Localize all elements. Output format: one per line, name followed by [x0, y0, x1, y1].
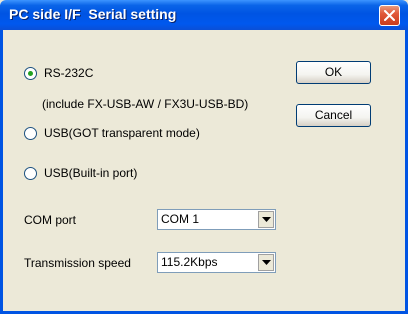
radio-usb-builtin[interactable]: USB(Built-in port): [24, 165, 137, 181]
transmission-speed-dropdown-button[interactable]: [258, 254, 274, 271]
radio-label-usb-got: USB(GOT transparent mode): [44, 126, 200, 140]
radio-usb-got-transparent[interactable]: USB(GOT transparent mode): [24, 125, 200, 141]
window-title: PC side I/F Serial setting: [9, 6, 177, 22]
radio-button-usb-got[interactable]: [24, 126, 37, 140]
radio-rs232c[interactable]: RS-232C: [24, 65, 93, 81]
transmission-speed-select[interactable]: 115.2Kbps: [157, 252, 276, 273]
transmission-speed-value: 115.2Kbps: [161, 255, 218, 269]
radio-button-rs232c[interactable]: [24, 66, 37, 80]
dialog-window: PC side I/F Serial setting RS-232C (incl…: [0, 0, 408, 314]
close-icon: [384, 10, 395, 21]
window-frame-left: [0, 30, 3, 314]
transmission-speed-label: Transmission speed: [24, 256, 131, 270]
chevron-down-icon: [262, 260, 271, 265]
cancel-button[interactable]: Cancel: [296, 104, 371, 127]
com-port-select[interactable]: COM 1: [157, 209, 276, 230]
radio-label-usb-builtin: USB(Built-in port): [44, 166, 138, 180]
com-port-value: COM 1: [161, 212, 200, 226]
ok-button[interactable]: OK: [296, 61, 371, 84]
radio-selected-dot: [28, 70, 33, 76]
com-port-dropdown-button[interactable]: [258, 211, 274, 228]
radio-button-usb-builtin[interactable]: [24, 166, 37, 180]
radio-label-rs232c: RS-232C: [44, 66, 94, 80]
chevron-down-icon: [262, 217, 271, 222]
rs232c-note: (include FX-USB-AW / FX3U-USB-BD): [42, 97, 249, 111]
close-button[interactable]: [379, 5, 400, 26]
com-port-label: COM port: [24, 213, 77, 227]
title-bar[interactable]: PC side I/F Serial setting: [0, 0, 408, 30]
